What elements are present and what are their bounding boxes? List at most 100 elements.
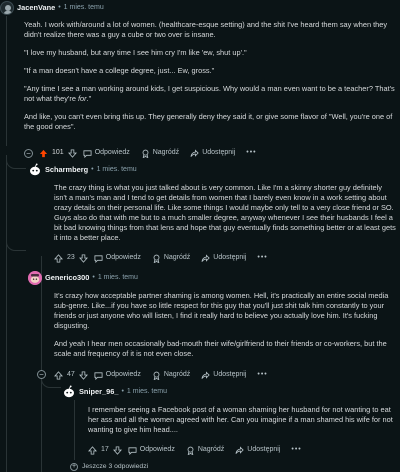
avatar[interactable]: [62, 385, 76, 399]
comment-header: JacenVane • 1 mies. temu: [0, 1, 104, 15]
thread-line-level2[interactable]: [41, 256, 42, 472]
downvote-icon[interactable]: [78, 253, 88, 263]
award-icon: [142, 149, 149, 158]
share-icon: [190, 148, 199, 157]
award-button[interactable]: Nagródź: [186, 445, 224, 455]
share-button[interactable]: Udostępnij: [235, 445, 280, 455]
vote-group: − 47: [37, 370, 88, 380]
comment-body: It's crazy how acceptable partner shamin…: [54, 291, 396, 359]
share-button[interactable]: Udostępnij: [201, 370, 246, 380]
comment-actions: − 101 Odpowiedz Nagródź Udostępnij •••: [24, 146, 257, 160]
comment-body: Yeah. I work with/around a lot of women.…: [24, 20, 396, 132]
vote-group: 17: [88, 445, 122, 455]
downvote-icon[interactable]: [112, 445, 122, 455]
paragraph-text: .": [86, 94, 92, 103]
vote-count: 101: [52, 149, 64, 156]
reply-label: Odpowiedz: [139, 446, 175, 453]
upvote-icon[interactable]: [39, 149, 48, 158]
award-label: Nagródź: [197, 446, 225, 453]
more-options-icon[interactable]: •••: [257, 370, 267, 380]
thread-line-level1[interactable]: [6, 160, 7, 472]
comment-body: I remember seeing a Facebook post of a w…: [88, 405, 396, 435]
award-label: Nagródź: [152, 149, 180, 156]
share-label: Udostępnij: [213, 254, 247, 261]
award-icon: [153, 254, 160, 263]
share-button[interactable]: Udostępnij: [201, 253, 246, 263]
vote-count: 47: [67, 371, 75, 378]
expand-icon: +: [70, 462, 78, 471]
thread-connector: [6, 155, 26, 169]
downvote-icon[interactable]: [67, 148, 77, 158]
share-icon: [235, 445, 244, 454]
more-replies-link[interactable]: + Jeszcze 3 odpowiedzi: [70, 461, 148, 472]
award-button[interactable]: Nagródź: [141, 148, 179, 158]
timestamp[interactable]: 1 mies. temu: [64, 3, 104, 13]
comment-body: The crazy thing is what you just talked …: [54, 183, 396, 243]
award-button[interactable]: Nagródź: [152, 370, 190, 380]
award-label: Nagródź: [163, 254, 191, 261]
vote-count: 23: [67, 254, 75, 261]
avatar[interactable]: [28, 271, 42, 285]
comment-icon: [128, 446, 137, 455]
collapse-icon[interactable]: −: [24, 148, 33, 158]
dot-separator: •: [92, 274, 95, 281]
timestamp[interactable]: 1 mies. temu: [127, 387, 167, 397]
award-button[interactable]: Nagródź: [152, 253, 190, 263]
dot-separator: •: [58, 4, 61, 11]
comment-paragraph: "I love my husband, but any time I see h…: [24, 48, 247, 57]
thread-line-level3[interactable]: [74, 400, 75, 460]
downvote-icon[interactable]: [78, 370, 88, 380]
comment-header: Generico300 • 1 mies. temu: [28, 271, 138, 285]
avatar[interactable]: [0, 1, 14, 15]
share-label: Udostępnij: [213, 371, 247, 378]
reply-label: Odpowiedz: [105, 371, 141, 378]
reply-label: Odpowiedz: [94, 149, 130, 156]
timestamp[interactable]: 1 mies. temu: [98, 273, 138, 283]
comment-paragraph: And yeah I hear men occasionally bad-mou…: [54, 339, 387, 358]
comment-icon: [83, 149, 92, 158]
share-icon: [201, 370, 210, 379]
emphasis-text: for: [78, 94, 87, 103]
vote-group: − 101: [24, 148, 77, 158]
comment-paragraph: "If a man doesn't have a college degree,…: [24, 66, 215, 75]
collapse-icon[interactable]: −: [37, 370, 46, 379]
comment-paragraph: It's crazy how acceptable partner shamin…: [54, 291, 389, 330]
comment-paragraph: And like, you can't even bring this up. …: [24, 112, 393, 131]
upvote-icon[interactable]: [88, 445, 97, 455]
upvote-icon[interactable]: [54, 370, 63, 380]
award-icon: [187, 446, 194, 455]
comment-actions: 17 Odpowiedz Nagródź Udostępnij •••: [88, 443, 302, 457]
reply-button[interactable]: Odpowiedz: [128, 445, 175, 455]
share-label: Udostępnij: [247, 446, 281, 453]
username[interactable]: Scharmberg: [45, 165, 88, 175]
more-options-icon[interactable]: •••: [291, 445, 301, 455]
comment-paragraph: Yeah. I work with/around a lot of women.…: [24, 20, 388, 39]
reply-button[interactable]: Odpowiedz: [94, 370, 141, 380]
share-button[interactable]: Udostępnij: [190, 148, 235, 158]
timestamp[interactable]: 1 mies. temu: [97, 165, 137, 175]
comment-header: Scharmberg • 1 mies. temu: [28, 163, 137, 177]
thread-line-root[interactable]: [6, 16, 7, 146]
dot-separator: •: [121, 388, 124, 395]
comment-paragraph: The crazy thing is what you just talked …: [54, 183, 396, 242]
username[interactable]: Generico300: [45, 273, 89, 283]
more-replies-label: Jeszcze 3 odpowiedzi: [82, 462, 149, 470]
award-label: Nagródź: [163, 371, 191, 378]
share-label: Udostępnij: [202, 149, 236, 156]
more-options-icon[interactable]: •••: [246, 148, 256, 158]
dot-separator: •: [91, 166, 94, 173]
comment-actions: 23 Odpowiedz Nagródź Udostępnij •••: [54, 251, 268, 265]
award-icon: [153, 371, 160, 380]
share-icon: [201, 253, 210, 262]
upvote-icon[interactable]: [54, 253, 63, 263]
comment-actions: − 47 Odpowiedz Nagródź Udostępnij •••: [37, 368, 268, 382]
username[interactable]: Sniper_96_: [79, 387, 118, 397]
username[interactable]: JacenVane: [17, 3, 55, 13]
comment-icon: [94, 254, 103, 263]
thread-connector: [6, 237, 26, 251]
comment-header: Sniper_96_ • 1 mies. temu: [62, 385, 167, 399]
reply-button[interactable]: Odpowiedz: [94, 253, 141, 263]
avatar[interactable]: [28, 163, 42, 177]
more-options-icon[interactable]: •••: [257, 253, 267, 263]
reply-button[interactable]: Odpowiedz: [83, 148, 130, 158]
